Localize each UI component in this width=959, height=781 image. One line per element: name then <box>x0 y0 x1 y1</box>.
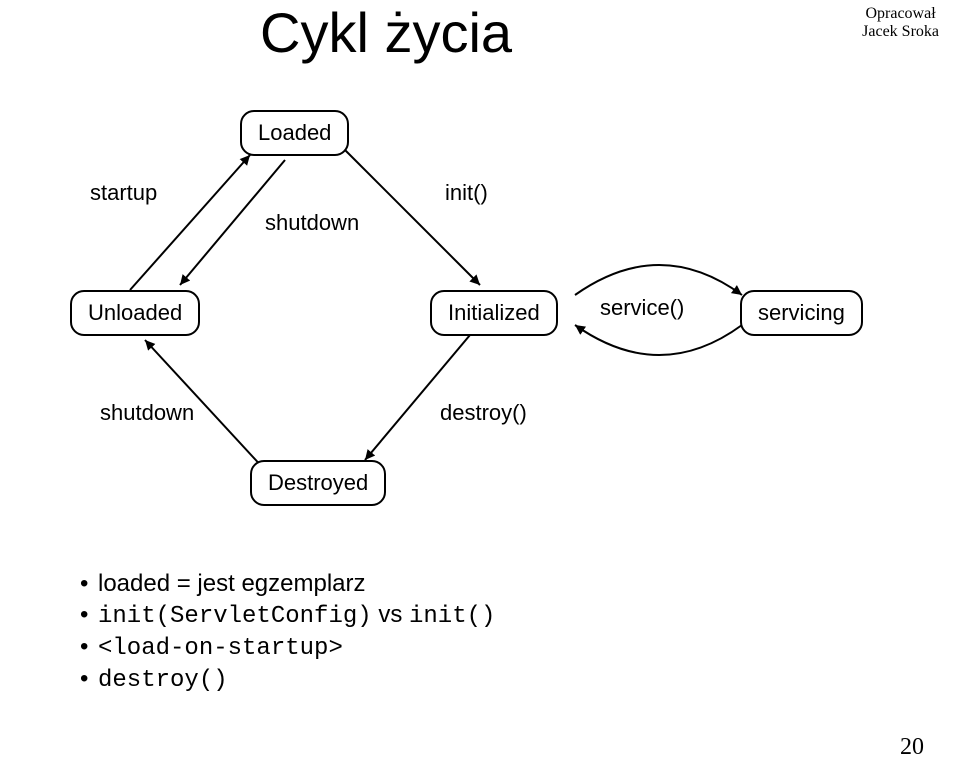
bullet-1: •loaded = jest egzemplarz <box>80 570 495 598</box>
attribution-line2: Jacek Sroka <box>862 23 939 41</box>
bullet-2-code1: init(ServletConfig) <box>98 603 372 630</box>
lifecycle-diagram: Loaded Unloaded Initialized servicing De… <box>70 90 900 530</box>
node-loaded: Loaded <box>240 110 349 156</box>
bullet-1-text: loaded = jest egzemplarz <box>98 570 366 597</box>
label-shutdown-top: shutdown <box>265 210 359 236</box>
bullet-list: •loaded = jest egzemplarz •init(ServletC… <box>80 570 495 697</box>
attribution-line1: Opracował <box>862 5 939 23</box>
label-init: init() <box>445 180 488 206</box>
node-servicing: servicing <box>740 290 863 336</box>
page-number: 20 <box>900 734 924 761</box>
bullet-3: •<load-on-startup> <box>80 633 495 662</box>
attribution: Opracował Jacek Sroka <box>862 5 939 40</box>
bullet-2-mid: vs <box>372 601 409 628</box>
node-destroyed: Destroyed <box>250 460 386 506</box>
node-unloaded: Unloaded <box>70 290 200 336</box>
bullet-2: •init(ServletConfig) vs init() <box>80 601 495 630</box>
label-destroy: destroy() <box>440 400 527 426</box>
label-service: service() <box>600 295 684 321</box>
label-startup: startup <box>90 180 157 206</box>
page-title: Cykl życia <box>260 0 512 65</box>
bullet-2-code2: init() <box>409 603 495 630</box>
label-shutdown-bottom: shutdown <box>100 400 194 426</box>
node-initialized: Initialized <box>430 290 558 336</box>
bullet-4: •destroy() <box>80 665 495 694</box>
bullet-3-code: <load-on-startup> <box>98 635 343 662</box>
bullet-4-code: destroy() <box>98 667 228 694</box>
